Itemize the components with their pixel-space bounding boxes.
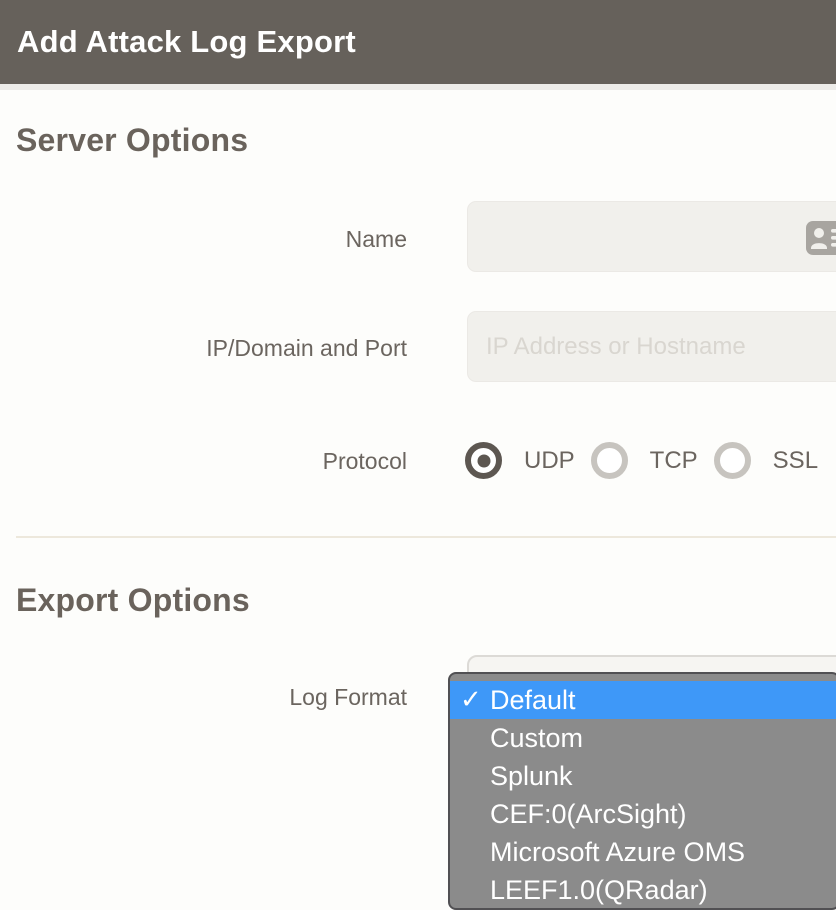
menu-item-cef-arcsight[interactable]: CEF:0(ArcSight) <box>450 795 836 833</box>
name-input[interactable] <box>467 201 836 272</box>
menu-item-label: Default <box>490 685 576 716</box>
dialog-titlebar: Add Attack Log Export <box>0 0 836 84</box>
menu-item-label: Microsoft Azure OMS <box>490 837 745 868</box>
menu-item-default[interactable]: ✓ Default <box>450 681 836 719</box>
section-divider <box>16 536 836 538</box>
radio-label-udp: UDP <box>524 447 575 475</box>
server-options-heading: Server Options <box>16 122 248 159</box>
check-icon: ✓ <box>460 684 482 715</box>
menu-item-label: LEEF1.0(QRadar) <box>490 875 708 906</box>
contact-card-icon <box>806 221 836 260</box>
radio-unselected-icon[interactable] <box>714 442 751 479</box>
titlebar-divider <box>0 84 836 90</box>
menu-item-label: CEF:0(ArcSight) <box>490 799 687 830</box>
radio-selected-icon[interactable] <box>465 442 502 479</box>
protocol-radio-group: UDP TCP SSL <box>465 442 818 479</box>
radio-label-tcp: TCP <box>650 447 698 475</box>
protocol-option-ssl[interactable]: SSL <box>714 442 818 479</box>
export-options-heading: Export Options <box>16 582 250 619</box>
protocol-label: Protocol <box>0 446 407 476</box>
menu-item-microsoft-azure-oms[interactable]: Microsoft Azure OMS <box>450 833 836 871</box>
ip-domain-port-input[interactable] <box>467 311 836 382</box>
menu-item-splunk[interactable]: Splunk <box>450 757 836 795</box>
ip-domain-port-label: IP/Domain and Port <box>0 333 407 363</box>
menu-item-leef-qradar[interactable]: LEEF1.0(QRadar) <box>450 871 836 909</box>
menu-item-label: Splunk <box>490 761 573 792</box>
add-attack-log-export-dialog: Add Attack Log Export Server Options Nam… <box>0 0 836 910</box>
dialog-title: Add Attack Log Export <box>17 24 356 60</box>
name-label: Name <box>0 224 407 254</box>
menu-item-custom[interactable]: Custom <box>450 719 836 757</box>
menu-item-label: Custom <box>490 723 583 754</box>
log-format-dropdown-menu: ✓ Default Custom Splunk CEF:0(ArcSight) … <box>448 672 836 910</box>
radio-label-ssl: SSL <box>773 447 818 475</box>
protocol-option-tcp[interactable]: TCP <box>591 442 698 479</box>
log-format-label: Log Format <box>0 682 407 712</box>
protocol-option-udp[interactable]: UDP <box>465 442 575 479</box>
radio-unselected-icon[interactable] <box>591 442 628 479</box>
